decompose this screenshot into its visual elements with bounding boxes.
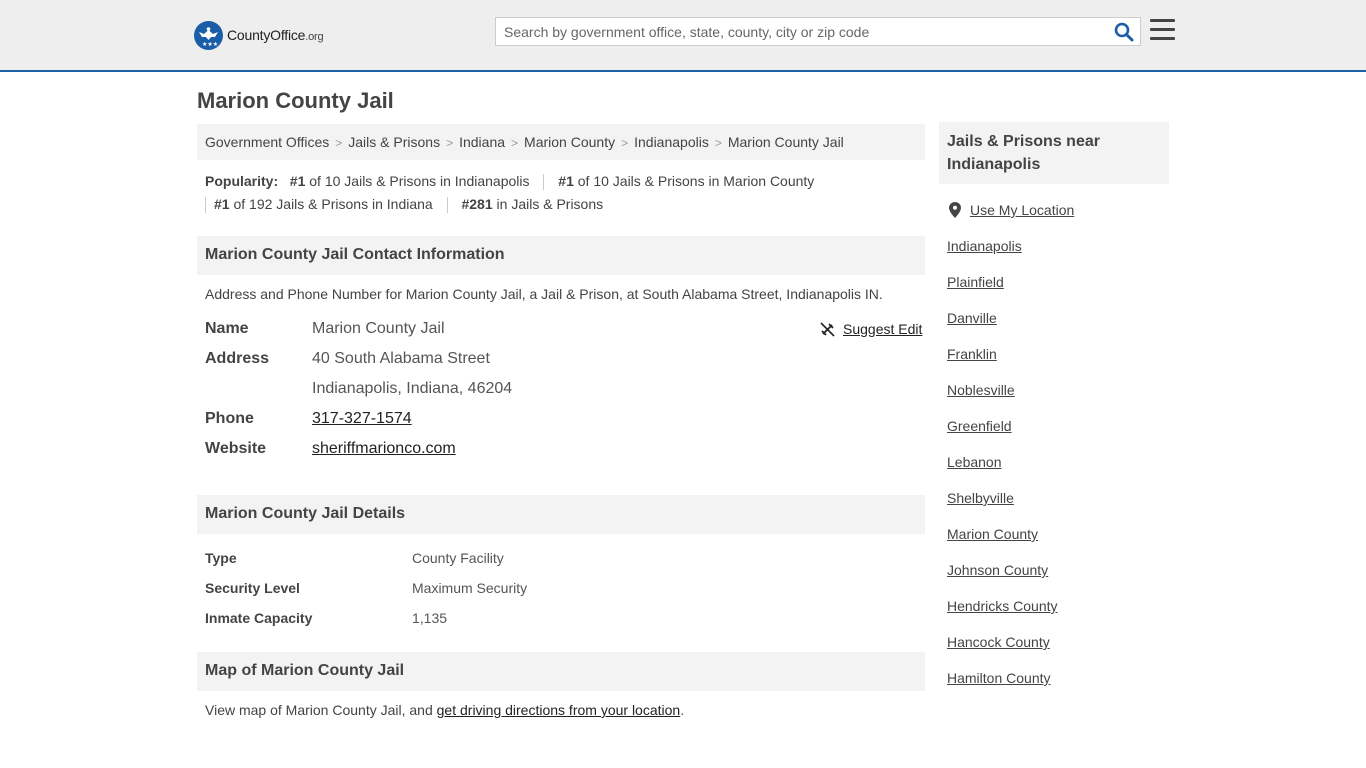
sidebar-link-greenfield[interactable]: Greenfield	[947, 418, 1012, 434]
website-value: sheriffmarionco.com	[312, 440, 456, 458]
site-header: ★★★ CountyOffice.org	[0, 0, 1366, 72]
popularity-text: of 10 Jails & Prisons in Indianapolis	[309, 173, 530, 189]
breadcrumb-government-offices[interactable]: Government Offices	[205, 134, 329, 150]
breadcrumb-current: Marion County Jail	[727, 134, 844, 150]
map-period: .	[680, 702, 685, 718]
chevron-right-icon: >	[714, 136, 722, 150]
driving-directions-link[interactable]: get driving directions from your locatio…	[437, 702, 681, 718]
popularity-line-2: #1 of 192 Jails & Prisons in Indiana #28…	[205, 196, 604, 214]
divider	[446, 197, 448, 214]
sidebar-link-noblesville[interactable]: Noblesville	[947, 382, 1015, 398]
contact-description: Address and Phone Number for Marion Coun…	[205, 286, 883, 302]
popularity-rank: #1	[289, 173, 306, 189]
address-label: Address	[205, 350, 270, 367]
sidebar-link-hendricks-county[interactable]: Hendricks County	[947, 598, 1058, 614]
sidebar-link-hamilton-county[interactable]: Hamilton County	[947, 670, 1051, 686]
suggest-edit-button[interactable]: Suggest Edit	[820, 321, 922, 337]
map-heading: Map of Marion County Jail	[197, 652, 925, 691]
website-label: Website	[205, 440, 267, 457]
name-value: Marion County Jail	[312, 320, 445, 337]
popularity-label: Popularity:	[205, 173, 279, 189]
sidebar-link-danville[interactable]: Danville	[947, 310, 997, 326]
breadcrumb: Government Offices > Jails & Prisons > India…	[197, 124, 925, 160]
logo-eagle-icon: ★★★	[194, 20, 223, 50]
sidebar-link-johnson-county[interactable]: Johnson County	[947, 562, 1048, 578]
sidebar-link-shelbyville[interactable]: Shelbyville	[947, 490, 1014, 506]
contact-heading: Marion County Jail Contact Information	[197, 236, 925, 275]
logo-text: CountyOffice.org	[227, 27, 324, 43]
hamburger-menu-icon[interactable]	[1150, 19, 1175, 41]
chevron-right-icon: >	[511, 136, 519, 150]
page-title: Marion County Jail	[197, 88, 394, 113]
map-text: View map of Marion County Jail, and	[205, 702, 437, 718]
breadcrumb-marion-county[interactable]: Marion County	[524, 134, 615, 150]
map-description: View map of Marion County Jail, and get …	[205, 702, 684, 718]
site-logo[interactable]: ★★★ CountyOffice.org	[194, 20, 324, 50]
edit-icon	[820, 321, 835, 337]
name-label: Name	[205, 320, 249, 337]
breadcrumb-indianapolis[interactable]: Indianapolis	[634, 134, 709, 150]
phone-link[interactable]: 317-327-1574	[312, 410, 412, 427]
divider	[543, 174, 545, 191]
search-box	[495, 17, 1141, 46]
use-my-location-label: Use My Location	[970, 202, 1075, 218]
detail-label-type: Type	[205, 550, 237, 566]
chevron-right-icon: >	[621, 136, 629, 150]
chevron-right-icon: >	[446, 136, 454, 150]
popularity-text: in Jails & Prisons	[496, 196, 604, 212]
popularity-rank: #1	[214, 196, 230, 212]
sidebar-heading: Jails & Prisons near Indianapolis	[939, 122, 1169, 184]
search-input[interactable]	[496, 18, 1096, 45]
use-my-location-button[interactable]: Use My Location	[949, 202, 1074, 218]
detail-label-security-level: Security Level	[205, 580, 300, 596]
website-link[interactable]: sheriffmarionco.com	[312, 440, 456, 457]
phone-label: Phone	[205, 410, 254, 427]
divider	[205, 197, 206, 214]
detail-value-type: County Facility	[412, 550, 504, 566]
popularity-text: of 10 Jails & Prisons in Marion County	[577, 173, 815, 189]
sidebar-link-hancock-county[interactable]: Hancock County	[947, 634, 1050, 650]
popularity-rank: #281	[461, 196, 493, 212]
svg-text:★★★: ★★★	[202, 41, 218, 48]
popularity-text: of 192 Jails & Prisons in Indiana	[233, 196, 433, 212]
detail-value-security-level: Maximum Security	[412, 580, 528, 596]
sidebar-link-lebanon[interactable]: Lebanon	[947, 454, 1002, 470]
search-icon[interactable]	[1114, 22, 1134, 42]
sidebar-link-indianapolis[interactable]: Indianapolis	[947, 238, 1022, 254]
breadcrumb-indiana[interactable]: Indiana	[459, 134, 505, 150]
sidebar-link-marion-county[interactable]: Marion County	[947, 526, 1038, 542]
breadcrumb-jails-prisons[interactable]: Jails & Prisons	[348, 134, 440, 150]
detail-value-inmate-capacity: 1,135	[412, 610, 448, 626]
sidebar-link-plainfield[interactable]: Plainfield	[947, 274, 1004, 290]
popularity-rank: #1	[558, 173, 574, 189]
phone-value: 317-327-1574	[312, 410, 412, 428]
address-line-1: 40 South Alabama Street	[312, 350, 490, 367]
popularity-line-1: Popularity: #1 of 10 Jails & Prisons in …	[205, 173, 815, 191]
chevron-right-icon: >	[335, 136, 343, 150]
detail-label-inmate-capacity: Inmate Capacity	[205, 610, 313, 626]
sidebar-link-franklin[interactable]: Franklin	[947, 346, 997, 362]
location-pin-icon	[949, 202, 961, 218]
address-line-2: Indianapolis, Indiana, 46204	[312, 380, 513, 397]
suggest-edit-label: Suggest Edit	[843, 321, 923, 337]
details-heading: Marion County Jail Details	[197, 495, 925, 534]
